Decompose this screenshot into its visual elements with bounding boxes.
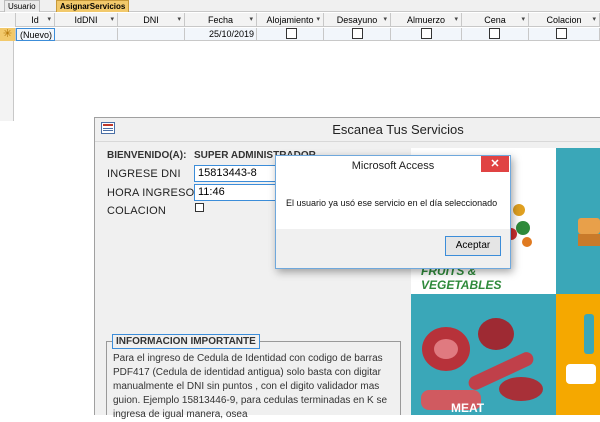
side-image-bottom [556,294,600,415]
meat-illustration [421,318,543,410]
cell-fecha[interactable]: 25/10/2019 [185,28,257,41]
cell-almuerzo[interactable] [391,28,462,41]
chevron-down-icon[interactable]: ▾ [454,13,458,27]
colacion-form-checkbox[interactable] [195,203,204,212]
chevron-down-icon[interactable]: ▾ [47,13,51,27]
dialog-message: El usuario ya usó ese servicio en el día… [286,198,498,208]
close-icon: ✕ [490,158,500,170]
form-title: Escanea Tus Servicios [332,122,464,137]
info-text: Para el ingreso de Cedula de Identidad c… [113,353,388,420]
welcome-label: BIENVENIDO(A): [107,150,187,161]
cell-id[interactable]: (Nuevo) [16,28,55,41]
cell-dni[interactable] [118,28,185,41]
meat-caption: MEAT [451,401,485,415]
tab-label: Usuario [8,2,36,11]
dni-label: INGRESE DNI [107,168,181,180]
cell-alojamiento[interactable] [257,28,324,41]
cell-colacion[interactable] [529,28,600,41]
chevron-down-icon[interactable]: ▾ [110,13,114,27]
almuerzo-checkbox[interactable] [421,28,432,39]
colacion-checkbox[interactable] [556,28,567,39]
bottle-illustration [566,314,596,384]
form-icon [101,122,115,134]
cell-iddni[interactable] [55,28,118,41]
desayuno-checkbox[interactable] [352,28,363,39]
chevron-down-icon[interactable]: ▾ [316,13,320,27]
column-header-dni[interactable]: DNI ▾ [118,13,185,27]
tab-usuario[interactable]: Usuario [4,0,40,12]
dialog-title: Microsoft Access [276,156,510,176]
column-header-alojamiento[interactable]: Alojamiento ▾ [257,13,324,27]
tab-asignarservicios[interactable]: AsignarServicios [56,0,130,12]
chevron-down-icon[interactable]: ▾ [177,13,181,27]
colacion-label: COLACION [107,205,167,217]
chevron-down-icon[interactable]: ▾ [592,13,596,27]
alojamiento-checkbox[interactable] [286,28,297,39]
column-header-iddni[interactable]: IdDNI ▾ [55,13,118,27]
close-button[interactable]: ✕ [481,156,509,172]
chevron-down-icon[interactable]: ▾ [521,13,525,27]
chevron-down-icon[interactable]: ▾ [249,13,253,27]
meat-image: MEAT [411,294,556,415]
hora-ingreso-label: HORA INGRESO [107,187,195,199]
cena-checkbox[interactable] [489,28,500,39]
tab-label: AsignarServicios [60,2,126,11]
column-header-fecha[interactable]: Fecha ▾ [185,13,257,27]
new-record-selector[interactable]: ✳ [0,28,16,41]
chevron-down-icon[interactable]: ▾ [383,13,387,27]
record-selector-column [0,41,14,121]
dni-field[interactable]: 15813443-8 [194,165,276,182]
column-header-desayuno[interactable]: Desayuno ▾ [324,13,391,27]
column-header-id[interactable]: Id ▾ [16,13,55,27]
cell-desayuno[interactable] [324,28,391,41]
cell-cena[interactable] [462,28,529,41]
column-header-almuerzo[interactable]: Almuerzo ▾ [391,13,462,27]
select-all-corner[interactable] [0,13,16,27]
side-image-top [556,148,600,294]
bread-illustration [578,218,600,246]
column-header-cena[interactable]: Cena ▾ [462,13,529,27]
info-title: INFORMACION IMPORTANTE [112,334,260,349]
hora-ingreso-field[interactable]: 11:46 [194,184,276,201]
column-header-colacion[interactable]: Colacion ▾ [529,13,600,27]
accept-button[interactable]: Aceptar [445,236,501,256]
